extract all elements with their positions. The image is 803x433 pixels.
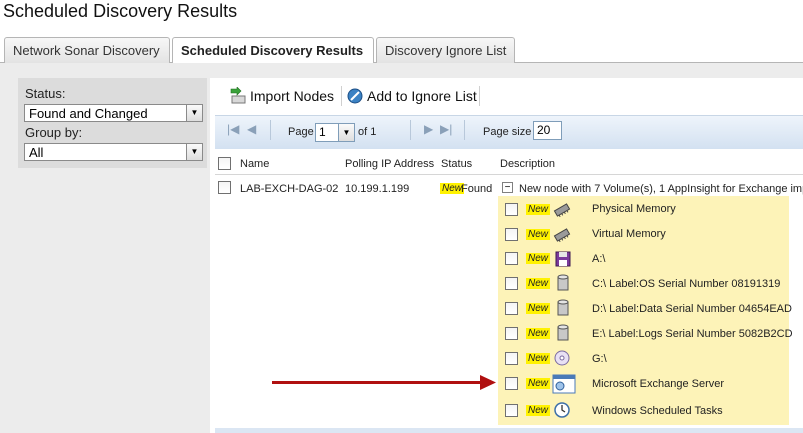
new-badge: New	[526, 405, 551, 416]
chevron-down-icon[interactable]: ▼	[186, 144, 202, 160]
column-header-description[interactable]: Description	[500, 158, 555, 170]
add-to-ignore-icon[interactable]	[347, 88, 363, 104]
page-number-value: 1	[319, 125, 326, 139]
column-header-status[interactable]: Status	[441, 158, 472, 170]
cd-rom-icon	[553, 349, 571, 367]
tab-discovery-ignore-list[interactable]: Discovery Ignore List	[376, 37, 515, 63]
status-filter-value: Found and Changed	[29, 106, 148, 121]
subitem-label: E:\ Label:Logs Serial Number 5082B2CD	[592, 328, 793, 340]
tab-scheduled-discovery-results[interactable]: Scheduled Discovery Results	[172, 37, 374, 64]
new-badge: New	[526, 328, 551, 339]
clock-icon	[553, 401, 571, 419]
header-divider	[215, 174, 803, 175]
row-name: LAB-EXCH-DAG-02	[240, 183, 339, 195]
subitem-checkbox[interactable]	[505, 228, 518, 241]
groupby-filter-select[interactable]: All ▼	[24, 143, 203, 161]
annotation-arrow-icon	[270, 373, 500, 391]
subitem-label: Windows Scheduled Tasks	[592, 405, 723, 417]
column-header-name[interactable]: Name	[240, 158, 269, 170]
page-size-label: Page size	[483, 126, 532, 138]
subitem-checkbox[interactable]	[505, 404, 518, 417]
last-page-icon[interactable]: ▶|	[440, 122, 452, 136]
subitem-checkbox[interactable]	[505, 252, 518, 265]
table-footer-strip	[215, 428, 803, 433]
page-count-label: of 1	[358, 126, 377, 138]
row-description: New node with 7 Volume(s), 1 AppInsight …	[519, 183, 803, 195]
new-badge: New	[526, 353, 551, 364]
subitem-label: G:\	[592, 353, 607, 365]
disk-cylinder-icon	[555, 299, 573, 317]
new-badge: New	[526, 303, 551, 314]
add-to-ignore-list-button[interactable]: Add to Ignore List	[367, 88, 477, 104]
memory-chip-icon	[553, 226, 571, 244]
subitem-label: Virtual Memory	[592, 228, 666, 240]
subitem-checkbox[interactable]	[505, 352, 518, 365]
new-badge: New	[526, 229, 551, 240]
groupby-filter-value: All	[29, 145, 44, 160]
subitem-checkbox[interactable]	[505, 277, 518, 290]
next-page-icon[interactable]: ▶	[424, 122, 433, 136]
subitem-label: C:\ Label:OS Serial Number 08191319	[592, 278, 781, 290]
groupby-filter-label: Group by:	[25, 125, 83, 140]
subitem-label: A:\	[592, 253, 606, 265]
new-badge: New	[526, 204, 551, 215]
status-filter-select[interactable]: Found and Changed ▼	[24, 104, 203, 122]
subitem-label: Physical Memory	[592, 203, 676, 215]
tab-network-sonar-discovery[interactable]: Network Sonar Discovery	[4, 37, 170, 63]
page-number-input[interactable]: 1 ▼	[315, 123, 355, 142]
page-size-input[interactable]: 20	[533, 121, 562, 140]
import-nodes-icon[interactable]	[229, 86, 247, 105]
collapse-icon[interactable]: −	[502, 182, 513, 193]
import-nodes-button[interactable]: Import Nodes	[250, 88, 334, 104]
toolbar-divider	[341, 86, 342, 106]
first-page-icon[interactable]: |◀	[227, 122, 239, 136]
row-ip: 10.199.1.199	[345, 183, 410, 195]
new-badge: New	[526, 253, 551, 264]
subitem-checkbox[interactable]	[505, 377, 518, 390]
subitem-label: Microsoft Exchange Server	[592, 378, 725, 390]
chevron-down-icon[interactable]: ▼	[338, 124, 354, 141]
status-filter-label: Status:	[25, 86, 66, 101]
exchange-app-icon	[552, 374, 576, 394]
select-all-checkbox[interactable]	[218, 157, 231, 170]
disk-cylinder-icon	[555, 324, 573, 342]
disk-cylinder-icon	[555, 274, 573, 292]
subitem-checkbox[interactable]	[505, 203, 518, 216]
pager-divider	[464, 120, 465, 140]
new-badge: New	[526, 278, 551, 289]
memory-chip-icon	[553, 201, 571, 219]
row-status: Found	[461, 183, 493, 195]
column-header-ip[interactable]: Polling IP Address	[345, 158, 434, 170]
previous-page-icon[interactable]: ◀	[247, 122, 256, 136]
pager-divider	[410, 120, 411, 140]
chevron-down-icon[interactable]: ▼	[186, 105, 202, 121]
page-title: Scheduled Discovery Results	[3, 1, 238, 21]
subitem-label: D:\ Label:Data Serial Number 04654EAD	[592, 303, 792, 315]
pager-divider	[270, 120, 271, 140]
new-badge: New	[526, 378, 551, 389]
floppy-disk-icon	[554, 250, 572, 268]
subitem-checkbox[interactable]	[505, 302, 518, 315]
row-checkbox[interactable]	[218, 181, 231, 194]
toolbar-divider	[479, 86, 480, 106]
page-label: Page	[288, 126, 314, 138]
subitem-checkbox[interactable]	[505, 327, 518, 340]
